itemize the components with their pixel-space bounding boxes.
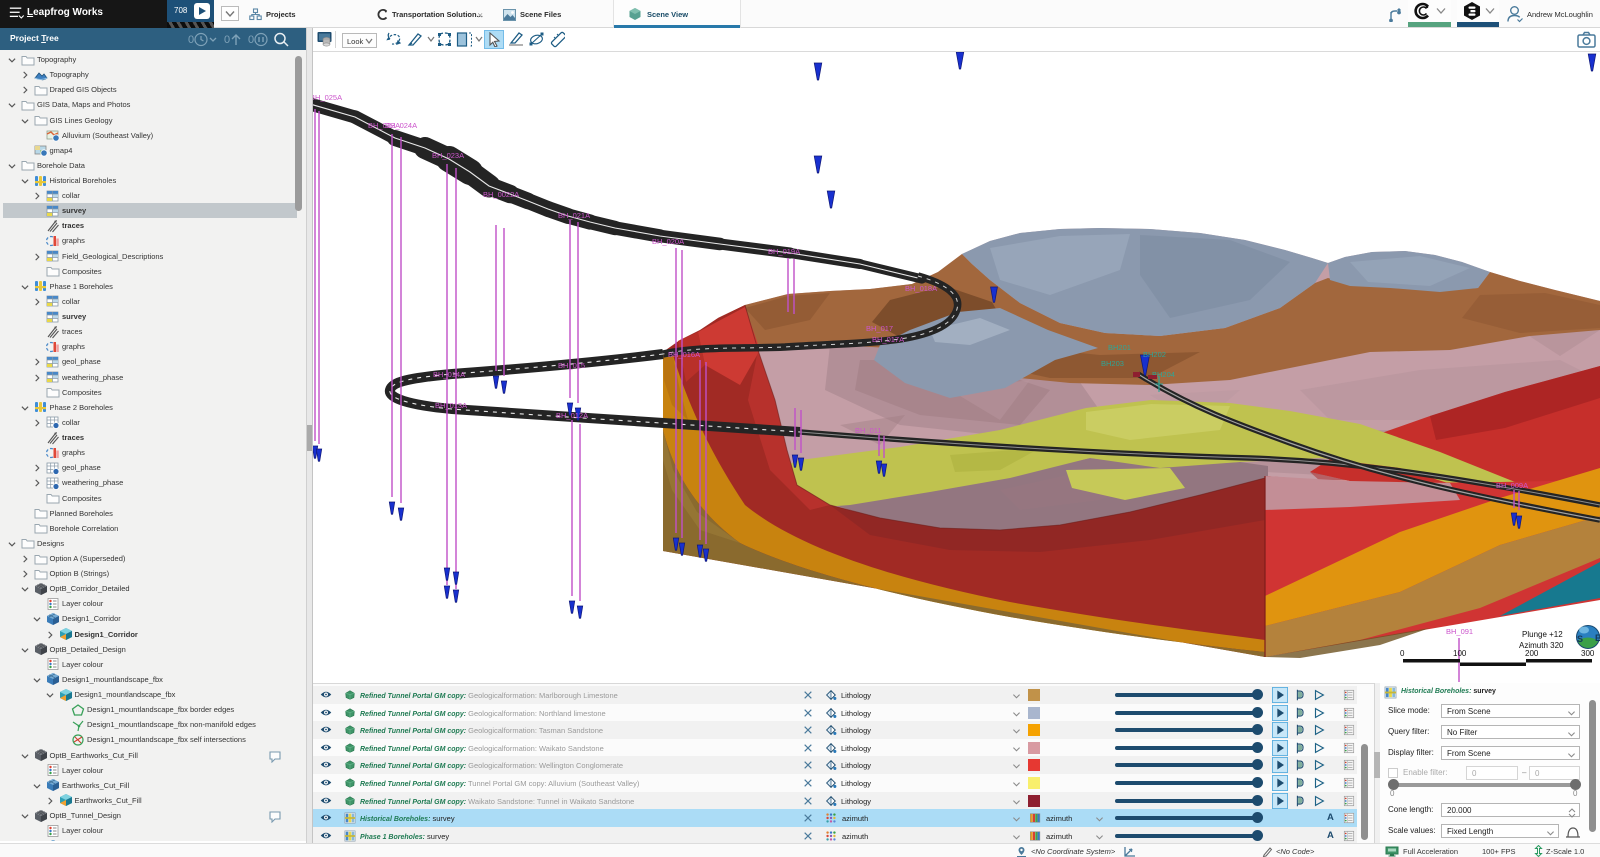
svg-text:BH_009A: BH_009A <box>1496 481 1528 490</box>
svg-text:100: 100 <box>1453 649 1467 658</box>
svg-text:Plunge +12: Plunge +12 <box>1522 630 1563 639</box>
svg-text:E: E <box>1595 633 1600 643</box>
svg-text:BH_014A: BH_014A <box>433 370 465 379</box>
svg-text:BH_019A: BH_019A <box>768 247 800 256</box>
svg-text:BH_023A: BH_023A <box>432 151 464 160</box>
svg-text:Azimuth 320: Azimuth 320 <box>1519 641 1564 650</box>
svg-text:BH_015: BH_015 <box>558 361 585 370</box>
svg-text:BH_017: BH_017 <box>866 324 893 333</box>
svg-text:BH_091: BH_091 <box>1446 627 1473 636</box>
svg-text:BH_024A: BH_024A <box>385 121 417 130</box>
svg-text:S: S <box>1577 634 1583 644</box>
svg-text:BH_013A: BH_013A <box>435 401 467 410</box>
svg-text:BH_011: BH_011 <box>855 426 882 435</box>
svg-text:BH_017A: BH_017A <box>872 335 904 344</box>
svg-text:300: 300 <box>1581 649 1595 658</box>
svg-text:0: 0 <box>1400 649 1405 658</box>
svg-text:BH_021A: BH_021A <box>558 211 590 220</box>
svg-text:BH_020A: BH_020A <box>652 237 684 246</box>
svg-text:BH202: BH202 <box>1143 350 1166 359</box>
svg-text:BH_012A: BH_012A <box>556 411 588 420</box>
svg-text:200: 200 <box>1525 649 1539 658</box>
svg-text:BH203: BH203 <box>1101 359 1124 368</box>
svg-text:0: 0 <box>188 34 194 46</box>
svg-text:BH_016A: BH_016A <box>668 350 700 359</box>
svg-text:BH_018A: BH_018A <box>905 284 937 293</box>
svg-text:BH201: BH201 <box>1108 343 1131 352</box>
svg-text:0: 0 <box>248 34 254 46</box>
svg-text:BH_025A: BH_025A <box>313 93 342 102</box>
svg-text:0: 0 <box>224 34 230 46</box>
svg-text:BH_0022A: BH_0022A <box>483 190 519 199</box>
